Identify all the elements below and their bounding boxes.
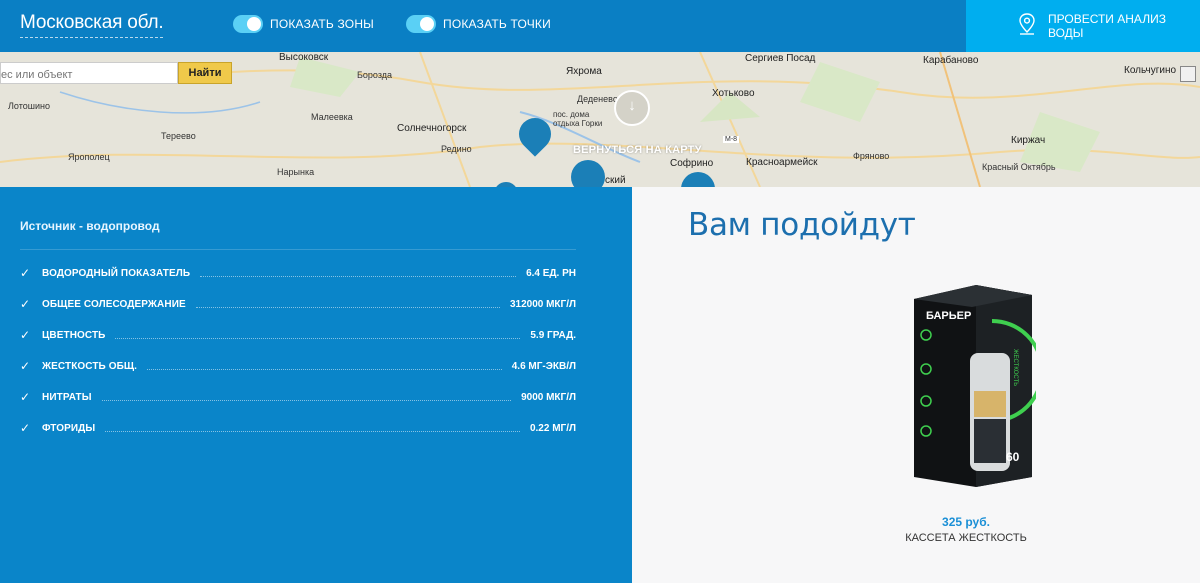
param-row: ✓ НИТРАТЫ 9000 МКГ/Л — [20, 388, 576, 406]
map-search-button[interactable]: Найти — [178, 62, 232, 84]
check-icon: ✓ — [20, 297, 31, 311]
region-selector[interactable]: Московская обл. — [20, 12, 164, 38]
dot-leader — [101, 399, 512, 401]
dot-leader — [105, 430, 520, 432]
map-search-input[interactable] — [0, 62, 178, 84]
param-name: ВОДОРОДНЫЙ ПОКАЗАТЕЛЬ — [42, 267, 191, 279]
product-price: 325 руб. — [942, 515, 990, 529]
param-row: ✓ ЖЕСТКОСТЬ ОБЩ. 4.6 МГ-ЭКВ/Л — [20, 357, 576, 375]
map-label: Яхрома — [566, 66, 602, 77]
points-switch[interactable] — [406, 15, 436, 33]
dot-leader — [195, 306, 500, 308]
check-icon: ✓ — [20, 266, 31, 280]
map-view[interactable]: Высоковск Сергиев Посад Карабаново Кольч… — [0, 52, 1200, 187]
param-value: 0.22 МГ/Л — [529, 422, 576, 434]
param-name: ЖЕСТКОСТЬ ОБЩ. — [42, 360, 138, 372]
box-label-text: ЖЕСТКОСТЬ — [1012, 349, 1018, 386]
back-to-map-arrow-icon[interactable] — [614, 90, 650, 126]
map-label: Лотошино — [8, 101, 50, 111]
param-row: ✓ ФТОРИДЫ 0.22 МГ/Л — [20, 419, 576, 437]
water-params-panel: Источник - водопровод ✓ ВОДОРОДНЫЙ ПОКАЗ… — [0, 187, 632, 583]
map-label: М-8 — [723, 136, 740, 143]
check-icon: ✓ — [20, 390, 31, 404]
param-value: 4.6 МГ-ЭКВ/Л — [511, 360, 576, 372]
analyze-label: ПРОВЕСТИ АНАЛИЗ ВОДЫ — [1048, 12, 1166, 40]
param-name: ФТОРИДЫ — [42, 422, 96, 434]
map-label: Фряново — [853, 151, 890, 161]
map-layers-icon[interactable] — [1180, 66, 1196, 82]
check-icon: ✓ — [20, 328, 31, 342]
water-source-label: Источник - водопровод — [20, 219, 160, 233]
product-image[interactable]: БАРЬЕР ЖЕСТКОСТЬ 60 — [906, 281, 1036, 491]
dot-leader — [147, 368, 502, 370]
param-value: 5.9 ГРАД. — [530, 329, 576, 341]
toggle-zones[interactable]: ПОКАЗАТЬ ЗОНЫ — [233, 15, 374, 33]
map-label: Редино — [441, 144, 472, 154]
map-label: Высоковск — [279, 52, 329, 63]
recommendation-panel: Вам подойдут БАРЬЕР ЖЕСТКОСТЬ 60 325 руб… — [632, 187, 1200, 583]
map-label: Карабаново — [923, 55, 979, 66]
box-brand-text: БАРЬЕР — [926, 310, 971, 322]
map-label: Софрино — [670, 158, 714, 169]
map-label: Деденево — [577, 94, 618, 104]
param-row: ✓ ВОДОРОДНЫЙ ПОКАЗАТЕЛЬ 6.4 ЕД. PH — [20, 264, 576, 282]
map-label: Хотьково — [712, 88, 755, 99]
map-label: ский — [605, 175, 626, 186]
points-label: ПОКАЗАТЬ ТОЧКИ — [443, 17, 551, 31]
divider — [20, 249, 576, 250]
map-label: Ярополец — [68, 152, 110, 162]
check-icon: ✓ — [20, 359, 31, 373]
map-label: Малеевка — [311, 112, 353, 122]
param-row: ✓ ЦВЕТНОСТЬ 5.9 ГРАД. — [20, 326, 576, 344]
map-label: Борозда — [357, 70, 393, 80]
param-value: 312000 МКГ/Л — [509, 298, 576, 310]
analyze-water-button[interactable]: ПРОВЕСТИ АНАЛИЗ ВОДЫ — [966, 0, 1200, 52]
top-bar: Московская обл. ПОКАЗАТЬ ЗОНЫ ПОКАЗАТЬ Т… — [0, 0, 1200, 52]
param-value: 6.4 ЕД. PH — [526, 267, 576, 279]
zones-label: ПОКАЗАТЬ ЗОНЫ — [270, 17, 375, 31]
box-count-text: 60 — [1006, 450, 1020, 464]
recommendation-title: Вам подойдут — [688, 207, 916, 243]
dot-leader — [115, 337, 521, 339]
map-label: Киржач — [1011, 135, 1046, 146]
map-pin-icon — [1019, 13, 1035, 35]
back-to-map-link[interactable]: ВЕРНУТЬСЯ НА КАРТУ — [573, 144, 702, 156]
toggle-points[interactable]: ПОКАЗАТЬ ТОЧКИ — [406, 15, 551, 33]
map-label: Кольчугино — [1124, 65, 1177, 76]
map-label: Тереево — [161, 131, 196, 141]
map-label: Красноармейск — [746, 157, 818, 168]
product-name[interactable]: КАССЕТА ЖЕСТКОСТЬ — [832, 532, 1100, 544]
map-label: Нарынка — [277, 167, 315, 177]
param-name: ЦВЕТНОСТЬ — [42, 329, 106, 341]
map-label: пос. дома отдыха Горки — [553, 110, 603, 128]
zones-switch[interactable] — [233, 15, 263, 33]
check-icon: ✓ — [20, 421, 31, 435]
dot-leader — [200, 275, 517, 277]
map-marker-icon[interactable] — [571, 160, 605, 187]
map-label: Сергиев Посад — [745, 53, 816, 64]
param-name: ОБЩЕЕ СОЛЕСОДЕРЖАНИЕ — [42, 298, 186, 310]
param-value: 9000 МКГ/Л — [521, 391, 576, 403]
map-label: Красный Октябрь — [982, 162, 1056, 172]
param-row: ✓ ОБЩЕЕ СОЛЕСОДЕРЖАНИЕ 312000 МКГ/Л — [20, 295, 576, 313]
map-label: Солнечногорск — [397, 123, 467, 134]
param-name: НИТРАТЫ — [42, 391, 92, 403]
